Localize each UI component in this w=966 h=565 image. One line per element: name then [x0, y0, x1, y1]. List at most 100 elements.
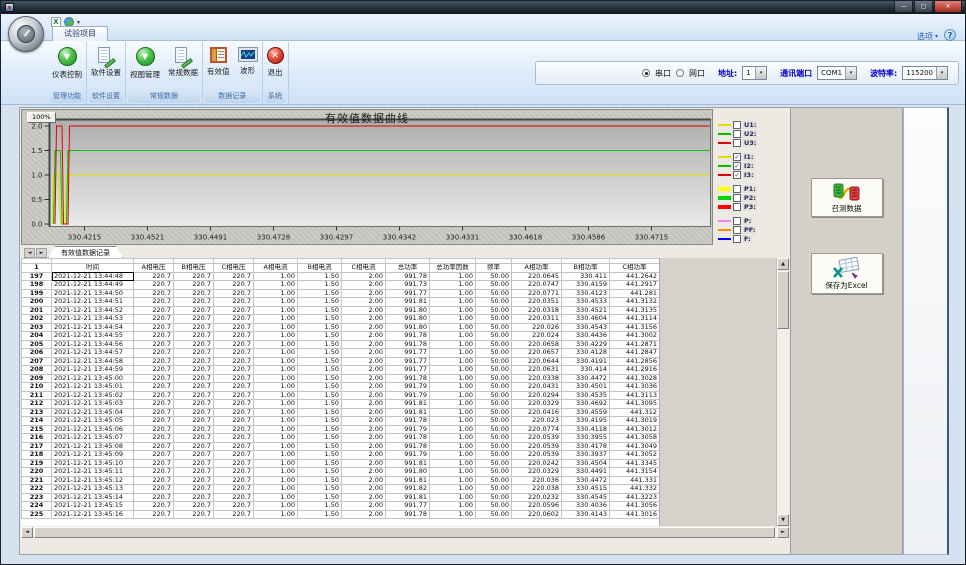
- cell[interactable]: 50.00: [476, 417, 512, 426]
- cell[interactable]: 991.78: [386, 374, 430, 383]
- cell[interactable]: 1.00: [430, 272, 476, 281]
- cell[interactable]: 50.00: [476, 332, 512, 341]
- cell[interactable]: 1.00: [430, 493, 476, 502]
- cell[interactable]: 330.4229: [562, 340, 610, 349]
- cell[interactable]: 441.312: [610, 408, 660, 417]
- cell[interactable]: 1.50: [298, 408, 342, 417]
- quick-access-caret-icon[interactable]: ▾: [77, 19, 80, 26]
- save-excel-button[interactable]: 保存为Excel: [811, 253, 883, 294]
- cell[interactable]: 220.7: [214, 451, 254, 460]
- chevron-down-icon[interactable]: ▾: [936, 67, 947, 79]
- cell[interactable]: 50.00: [476, 476, 512, 485]
- cell[interactable]: 441.331: [610, 476, 660, 485]
- cell[interactable]: 1.00: [254, 417, 298, 426]
- app-menu-orb[interactable]: [8, 16, 44, 52]
- software-settings-button[interactable]: 软件设置: [88, 45, 124, 79]
- cell[interactable]: 214: [22, 417, 52, 426]
- cell[interactable]: 2021-12-21 13:45:02: [52, 391, 134, 400]
- cell[interactable]: 50.00: [476, 306, 512, 315]
- cell[interactable]: 50.00: [476, 357, 512, 366]
- cell[interactable]: 330.4692: [562, 400, 610, 409]
- cell[interactable]: 220.0658: [512, 340, 562, 349]
- tab-scroll-right-icon[interactable]: ►: [36, 248, 47, 258]
- legend-checkbox-I1[interactable]: ✓: [733, 153, 741, 161]
- cell[interactable]: 2.00: [342, 306, 386, 315]
- cell[interactable]: 1.50: [298, 289, 342, 298]
- cell[interactable]: 1.50: [298, 366, 342, 375]
- cell[interactable]: 220.7: [174, 468, 214, 477]
- cell[interactable]: 1.50: [298, 281, 342, 290]
- cell[interactable]: 991.78: [386, 442, 430, 451]
- cell[interactable]: 220.7: [214, 493, 254, 502]
- cell[interactable]: 220.7: [134, 493, 174, 502]
- table-row[interactable]: 2062021-12-21 13:44:57220.7220.7220.71.0…: [22, 349, 660, 358]
- table-row[interactable]: 1972021-12-21 13:44:48220.7220.7220.71.0…: [22, 272, 660, 281]
- cell[interactable]: 2.00: [342, 298, 386, 307]
- cell[interactable]: 991.81: [386, 298, 430, 307]
- cell[interactable]: 1.00: [254, 357, 298, 366]
- cell[interactable]: 2021-12-21 13:45:11: [52, 468, 134, 477]
- cell[interactable]: 220.7: [134, 391, 174, 400]
- cell[interactable]: 2.00: [342, 366, 386, 375]
- exit-button[interactable]: ✕ 退出: [264, 45, 287, 79]
- cell[interactable]: 1.50: [298, 417, 342, 426]
- cell[interactable]: 50.00: [476, 502, 512, 511]
- table-row[interactable]: 2182021-12-21 13:45:09220.7220.7220.71.0…: [22, 451, 660, 460]
- cell[interactable]: 1.50: [298, 442, 342, 451]
- cell[interactable]: 216: [22, 434, 52, 443]
- cell[interactable]: 209: [22, 374, 52, 383]
- cell[interactable]: 991.80: [386, 323, 430, 332]
- cell[interactable]: 220.7: [134, 349, 174, 358]
- cell[interactable]: 220.0311: [512, 315, 562, 324]
- close-button[interactable]: ✕: [934, 1, 962, 13]
- cell[interactable]: 220.7: [174, 400, 214, 409]
- cell[interactable]: 220.0774: [512, 425, 562, 434]
- cell[interactable]: 441.3056: [610, 502, 660, 511]
- cell[interactable]: 2.00: [342, 332, 386, 341]
- cell[interactable]: 220.7: [214, 383, 254, 392]
- cell[interactable]: 1.00: [254, 451, 298, 460]
- cell[interactable]: 991.77: [386, 502, 430, 511]
- cell[interactable]: 1.00: [430, 408, 476, 417]
- cell[interactable]: 220.0771: [512, 289, 562, 298]
- cell[interactable]: 1.00: [430, 459, 476, 468]
- cell[interactable]: 1.00: [254, 485, 298, 494]
- cell[interactable]: 220.7: [174, 408, 214, 417]
- cell[interactable]: 220.7: [174, 366, 214, 375]
- cell[interactable]: 220.7: [214, 281, 254, 290]
- table-row[interactable]: 2142021-12-21 13:45:05220.7220.7220.71.0…: [22, 417, 660, 426]
- cell[interactable]: 441.3114: [610, 315, 660, 324]
- cell[interactable]: 2.00: [342, 442, 386, 451]
- cell[interactable]: 1.00: [430, 476, 476, 485]
- cell[interactable]: 206: [22, 349, 52, 358]
- cell[interactable]: 220.7: [174, 383, 214, 392]
- cell[interactable]: 330.414: [562, 366, 610, 375]
- cell[interactable]: 1.00: [254, 502, 298, 511]
- cell[interactable]: 441.3036: [610, 383, 660, 392]
- cell[interactable]: 220.7: [174, 391, 214, 400]
- cell[interactable]: 220.7: [174, 289, 214, 298]
- cell[interactable]: 2021-12-21 13:44:56: [52, 340, 134, 349]
- cell[interactable]: 220.0232: [512, 493, 562, 502]
- cell[interactable]: 2021-12-21 13:45:08: [52, 442, 134, 451]
- cell[interactable]: 200: [22, 298, 52, 307]
- cell[interactable]: 1.50: [298, 459, 342, 468]
- legend-checkbox-I2[interactable]: ✓: [733, 162, 741, 170]
- cell[interactable]: 1.50: [298, 349, 342, 358]
- cell[interactable]: 330.4191: [562, 357, 610, 366]
- cell[interactable]: 1.50: [298, 315, 342, 324]
- cell[interactable]: 1.00: [430, 391, 476, 400]
- cell[interactable]: 220.0539: [512, 442, 562, 451]
- cell[interactable]: 2021-12-21 13:44:55: [52, 332, 134, 341]
- cell[interactable]: 2.00: [342, 408, 386, 417]
- cell[interactable]: 991.79: [386, 391, 430, 400]
- cell[interactable]: 1.00: [430, 502, 476, 511]
- cell[interactable]: 50.00: [476, 425, 512, 434]
- cell[interactable]: 1.50: [298, 485, 342, 494]
- cell[interactable]: 199: [22, 289, 52, 298]
- cell[interactable]: 1.50: [298, 374, 342, 383]
- cell[interactable]: 991.78: [386, 272, 430, 281]
- cell[interactable]: 1.00: [430, 281, 476, 290]
- cell[interactable]: 221: [22, 476, 52, 485]
- cell[interactable]: 1.50: [298, 272, 342, 281]
